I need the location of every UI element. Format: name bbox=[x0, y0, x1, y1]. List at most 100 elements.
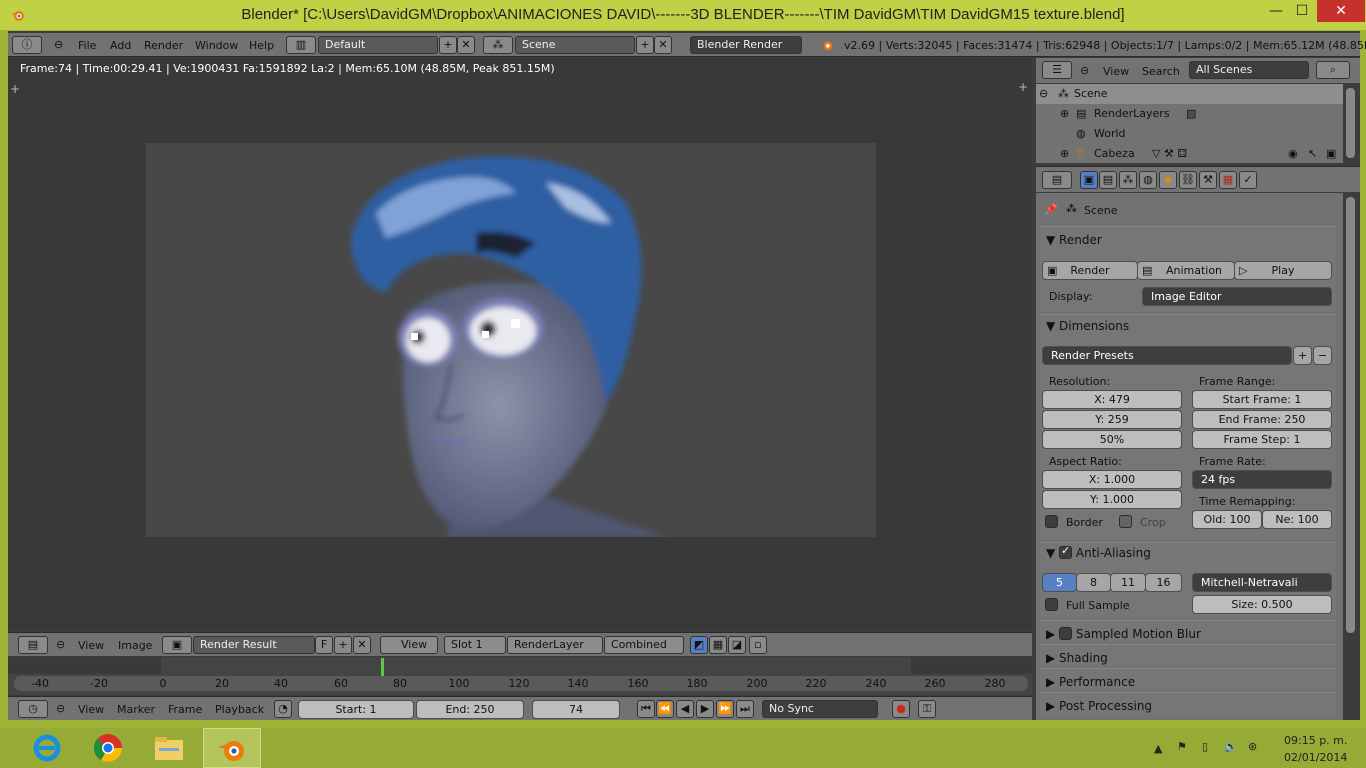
render-tab-icon[interactable]: ▣ bbox=[1080, 171, 1098, 189]
add-preset-icon[interactable]: + bbox=[1293, 346, 1312, 365]
timeline[interactable]: -40 -20 0 20 40 60 80 100 120 140 160 18… bbox=[8, 657, 1032, 695]
display-mode-dropdown[interactable]: All Scenes bbox=[1189, 61, 1309, 79]
outliner[interactable]: ⊖ ⁂ Scene ⊕ ▤ RenderLayers ▧ ◍ World ⊕ ▽… bbox=[1036, 84, 1343, 163]
object-tab-icon[interactable]: ◆ bbox=[1159, 171, 1177, 189]
start-frame-field[interactable]: Start Frame: 1 bbox=[1192, 390, 1332, 409]
outliner-row-renderlayers[interactable]: ⊕ ▤ RenderLayers ▧ bbox=[1036, 104, 1343, 124]
aa-filter-size-field[interactable]: Size: 0.500 bbox=[1192, 595, 1332, 614]
outliner-row-cabeza[interactable]: ⊕ ▽ Cabeza ▽ ⚒ ⚃ ◉ ↖ ▣ bbox=[1036, 144, 1343, 164]
editor-type-outliner-icon[interactable]: ☰ bbox=[1042, 61, 1072, 79]
collapse-menu-icon[interactable]: ⊖ bbox=[56, 638, 65, 651]
play-reverse-icon[interactable]: ◀ bbox=[676, 700, 694, 718]
corner-plus-icon[interactable]: + bbox=[1018, 80, 1028, 94]
aa-samples-8[interactable]: 8 bbox=[1076, 573, 1111, 592]
render-layers-tab-icon[interactable]: ▤ bbox=[1099, 171, 1117, 189]
menu-add[interactable]: Add bbox=[110, 39, 131, 52]
menu-view[interactable]: View bbox=[1103, 65, 1129, 78]
play-icon[interactable]: ▶ bbox=[696, 700, 714, 718]
pin-icon[interactable]: 📌 bbox=[1044, 203, 1058, 216]
chrome-icon[interactable] bbox=[79, 728, 137, 768]
remove-scene-icon[interactable]: ✕ bbox=[654, 36, 672, 54]
preview-range-icon[interactable]: ◔ bbox=[274, 700, 292, 718]
z-buffer-icon[interactable]: ◪ bbox=[728, 636, 746, 654]
action-center-flag-icon[interactable]: ⚑ bbox=[1177, 740, 1187, 753]
render-pass-dropdown[interactable]: Combined bbox=[604, 636, 684, 654]
scene-field[interactable]: Scene bbox=[515, 36, 635, 54]
remove-screen-icon[interactable]: ✕ bbox=[457, 36, 475, 54]
menu-help[interactable]: Help bbox=[249, 39, 274, 52]
timeline-ruler[interactable]: -40 -20 0 20 40 60 80 100 120 140 160 18… bbox=[14, 676, 1028, 691]
screen-layout-field[interactable]: Default bbox=[318, 36, 438, 54]
jump-start-icon[interactable]: ⏮ bbox=[637, 700, 655, 718]
clock-time[interactable]: 09:15 p. m. bbox=[1284, 734, 1347, 747]
aa-panel-title[interactable]: ▼ Anti-Aliasing bbox=[1046, 544, 1151, 560]
aa-enable-checkbox[interactable] bbox=[1059, 544, 1073, 559]
frame-rate-dropdown[interactable]: 24 fps bbox=[1192, 470, 1332, 489]
aspect-y-field[interactable]: Y: 1.000 bbox=[1042, 490, 1182, 509]
collapsed-panel-title[interactable]: ▶ Post Processing bbox=[1046, 699, 1152, 713]
volume-icon[interactable]: 🔈 bbox=[1224, 740, 1238, 753]
animation-button[interactable]: ▤ Animation bbox=[1137, 261, 1235, 280]
menu-view[interactable]: View bbox=[78, 639, 104, 652]
dimensions-panel-title[interactable]: ▼ Dimensions bbox=[1046, 319, 1129, 333]
menu-frame[interactable]: Frame bbox=[168, 703, 202, 716]
motion-blur-checkbox[interactable] bbox=[1059, 627, 1073, 640]
editor-type-info-icon[interactable]: ⓘ bbox=[12, 36, 42, 54]
aspect-x-field[interactable]: X: 1.000 bbox=[1042, 470, 1182, 489]
texture-tab-icon[interactable]: ▦ bbox=[1219, 171, 1237, 189]
time-remap-new-field[interactable]: Ne: 100 bbox=[1262, 510, 1332, 529]
render-camera-icon[interactable]: ▣ bbox=[1326, 144, 1336, 164]
render-button[interactable]: ▣ Render bbox=[1042, 261, 1138, 280]
search-icon[interactable]: ⌕ bbox=[1316, 61, 1350, 79]
collapsed-panel-title[interactable]: ▶ Shading bbox=[1046, 651, 1108, 665]
render-panel-title[interactable]: ▼ Render bbox=[1046, 233, 1102, 247]
outliner-row-world[interactable]: ◍ World bbox=[1036, 124, 1343, 144]
menu-window[interactable]: Window bbox=[195, 39, 238, 52]
prev-keyframe-icon[interactable]: ⏪ bbox=[656, 700, 674, 718]
collapse-icon[interactable]: ⊖ bbox=[1039, 84, 1048, 104]
menu-marker[interactable]: Marker bbox=[117, 703, 155, 716]
add-screen-icon[interactable]: + bbox=[439, 36, 457, 54]
full-sample-checkbox[interactable] bbox=[1045, 598, 1058, 611]
collapse-menu-icon[interactable]: ⊖ bbox=[1080, 64, 1089, 77]
menu-file[interactable]: File bbox=[78, 39, 96, 52]
crop-checkbox[interactable] bbox=[1119, 515, 1132, 528]
constraints-tab-icon[interactable]: ⛓ bbox=[1179, 171, 1197, 189]
world-tab-icon[interactable]: ◍ bbox=[1139, 171, 1157, 189]
expand-icon[interactable]: ⊕ bbox=[1060, 144, 1069, 164]
selectable-cursor-icon[interactable]: ↖ bbox=[1308, 144, 1317, 164]
start-frame-field[interactable]: Start: 1 bbox=[298, 700, 414, 719]
collapsed-panel-title[interactable]: ▶ Sampled Motion Blur bbox=[1046, 627, 1201, 641]
border-checkbox[interactable] bbox=[1045, 515, 1058, 528]
next-keyframe-icon[interactable]: ⏩ bbox=[716, 700, 734, 718]
display-dropdown[interactable]: Image Editor bbox=[1142, 287, 1332, 306]
current-frame-cursor[interactable] bbox=[381, 658, 384, 676]
visibility-eye-icon[interactable]: ◉ bbox=[1288, 144, 1298, 164]
maximize-button[interactable]: ☐ bbox=[1288, 0, 1316, 22]
modifiers-tab-icon[interactable]: ⚒ bbox=[1199, 171, 1217, 189]
editor-type-properties-icon[interactable]: ▤ bbox=[1042, 171, 1072, 189]
color-alpha-icon[interactable]: ◩ bbox=[690, 636, 708, 654]
material-tab-icon[interactable]: ✓ bbox=[1239, 171, 1257, 189]
unlink-image-icon[interactable]: ✕ bbox=[353, 636, 371, 654]
file-explorer-icon[interactable] bbox=[140, 728, 198, 768]
time-remap-old-field[interactable]: Old: 100 bbox=[1192, 510, 1262, 529]
battery-icon[interactable]: ▯ bbox=[1202, 740, 1208, 753]
internet-explorer-icon[interactable] bbox=[18, 728, 76, 768]
aa-samples-11[interactable]: 11 bbox=[1110, 573, 1146, 592]
resolution-y-field[interactable]: Y: 259 bbox=[1042, 410, 1182, 429]
slot-dropdown[interactable]: Slot 1 bbox=[444, 636, 506, 654]
blender-taskbar-icon[interactable] bbox=[203, 728, 261, 768]
close-button[interactable]: ✕ bbox=[1317, 0, 1365, 22]
collapsed-panel-title[interactable]: ▶ Performance bbox=[1046, 675, 1135, 689]
menu-search[interactable]: Search bbox=[1142, 65, 1180, 78]
record-icon[interactable]: ● bbox=[892, 700, 910, 718]
menu-view[interactable]: View bbox=[78, 703, 104, 716]
resolution-x-field[interactable]: X: 479 bbox=[1042, 390, 1182, 409]
keying-set-icon[interactable]: ⚿ bbox=[918, 700, 936, 718]
new-image-icon[interactable]: + bbox=[334, 636, 352, 654]
image-name-field[interactable]: Render Result bbox=[193, 636, 315, 654]
alpha-checker-icon[interactable]: ▦ bbox=[709, 636, 727, 654]
scene-selector-icon[interactable]: ⁂ bbox=[483, 36, 513, 54]
remove-preset-icon[interactable]: − bbox=[1313, 346, 1332, 365]
